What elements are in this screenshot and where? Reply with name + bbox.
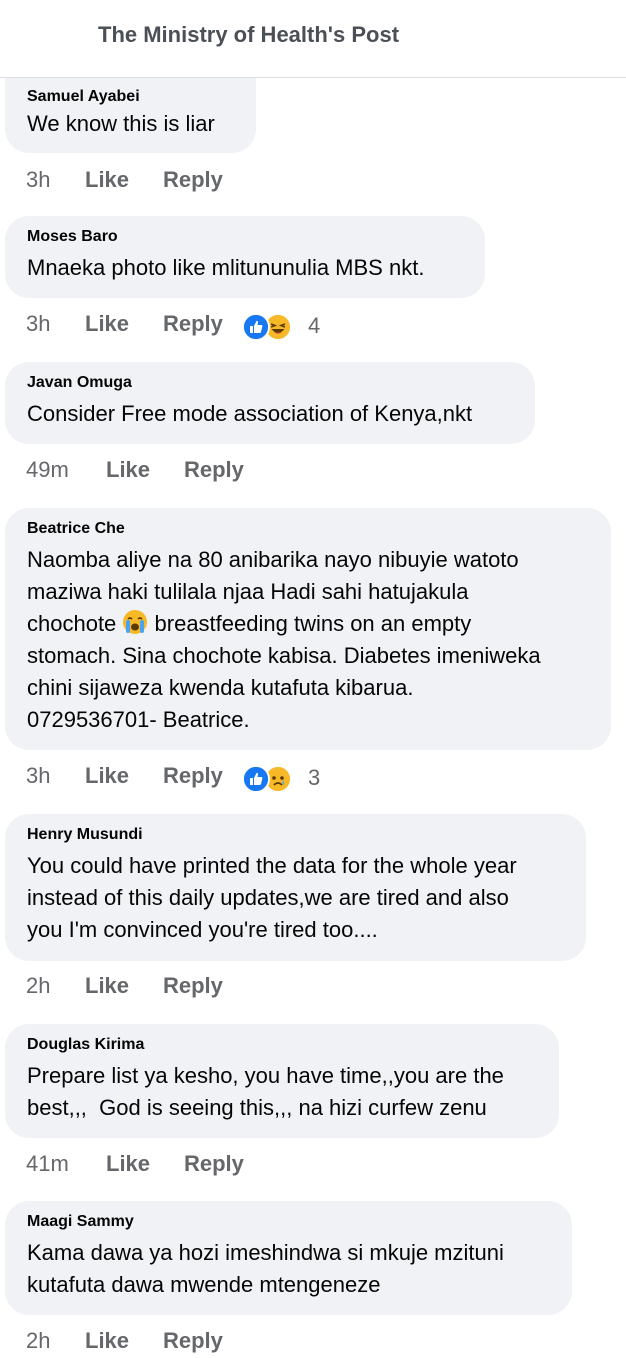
comment-time[interactable]: 3h <box>26 763 50 789</box>
comment-author[interactable]: Beatrice Che <box>27 520 125 538</box>
comment-bubble[interactable]: Beatrice Che Naomba aliye na 80 anibarik… <box>5 508 611 750</box>
reaction-count: 3 <box>308 765 321 790</box>
like-icon <box>242 313 270 341</box>
comment-bubble[interactable]: Samuel Ayabei We know this is liar <box>5 78 256 153</box>
comment-text-line: 0729536701- Beatrice. <box>27 707 250 732</box>
comment-text: We know this is liar <box>27 111 215 136</box>
like-button[interactable]: Like <box>85 311 129 337</box>
comment-text: Mnaeka photo like mlitununulia MBS nkt. <box>27 255 425 280</box>
comment-text-line: stomach. Sina chochote kabisa. Diabetes … <box>27 643 541 668</box>
comment-text: Consider Free mode association of Kenya,… <box>27 401 473 426</box>
comment-bubble[interactable]: Javan Omuga Consider Free mode associati… <box>5 362 535 444</box>
comment-text-segment: breastfeeding twins on an empty <box>148 611 472 636</box>
comment-text-line: chini sijaweza kwenda kutafuta kibarua. <box>27 675 414 700</box>
crying-face-icon <box>122 609 148 635</box>
reply-button[interactable]: Reply <box>163 311 223 337</box>
reply-button[interactable]: Reply <box>184 1151 244 1177</box>
reaction-summary[interactable]: 3 <box>242 765 332 793</box>
comment-author[interactable]: Maagi Sammy <box>27 1213 134 1231</box>
comment-time[interactable]: 2h <box>26 1328 50 1354</box>
like-button[interactable]: Like <box>106 457 150 483</box>
comment-time[interactable]: 41m <box>26 1151 69 1177</box>
reply-button[interactable]: Reply <box>163 763 223 789</box>
comment-author[interactable]: Javan Omuga <box>27 374 132 392</box>
like-button[interactable]: Like <box>85 763 129 789</box>
comment-text-segment: chochote <box>27 611 123 636</box>
comment-text-line: chochote breastfeeding twins on an empty <box>27 608 541 640</box>
comment-time[interactable]: 3h <box>26 167 50 193</box>
comment-bubble[interactable]: Maagi Sammy Kama dawa ya hozi imeshindwa… <box>5 1201 572 1315</box>
like-button[interactable]: Like <box>85 1328 129 1354</box>
comment-text: Prepare list ya kesho, you have time,,yo… <box>27 1063 504 1120</box>
like-button[interactable]: Like <box>106 1151 150 1177</box>
comment-time[interactable]: 2h <box>26 973 50 999</box>
page-title: The Ministry of Health's Post <box>98 22 400 47</box>
comment-bubble[interactable]: Henry Musundi You could have printed the… <box>5 814 586 961</box>
comment-time[interactable]: 49m <box>26 457 69 483</box>
reaction-summary[interactable]: 4 <box>242 313 332 341</box>
reaction-count: 4 <box>308 313 321 338</box>
comment-time[interactable]: 3h <box>26 311 50 337</box>
like-button[interactable]: Like <box>85 973 129 999</box>
comment-text-line: maziwa haki tulilala njaa Hadi sahi hatu… <box>27 579 469 604</box>
reply-button[interactable]: Reply <box>163 973 223 999</box>
reply-button[interactable]: Reply <box>163 1328 223 1354</box>
comment-bubble[interactable]: Moses Baro Mnaeka photo like mlitununuli… <box>5 216 485 298</box>
comment-author[interactable]: Moses Baro <box>27 228 118 246</box>
post-header: The Ministry of Health's Post <box>0 0 626 78</box>
comment-text: Kama dawa ya hozi imeshindwa si mkuje mz… <box>27 1240 504 1297</box>
like-button[interactable]: Like <box>85 167 129 193</box>
comment-text-line: Naomba aliye na 80 anibarika nayo nibuyi… <box>27 547 519 572</box>
like-icon <box>242 765 270 793</box>
comment-bubble[interactable]: Douglas Kirima Prepare list ya kesho, yo… <box>5 1024 559 1138</box>
comment-text: You could have printed the data for the … <box>27 853 517 942</box>
reply-button[interactable]: Reply <box>163 167 223 193</box>
reply-button[interactable]: Reply <box>184 457 244 483</box>
comment-text: Naomba aliye na 80 anibarika nayo nibuyi… <box>27 544 541 736</box>
comment-author[interactable]: Samuel Ayabei <box>27 88 140 106</box>
comment-author[interactable]: Henry Musundi <box>27 826 143 844</box>
comment-author[interactable]: Douglas Kirima <box>27 1036 144 1054</box>
